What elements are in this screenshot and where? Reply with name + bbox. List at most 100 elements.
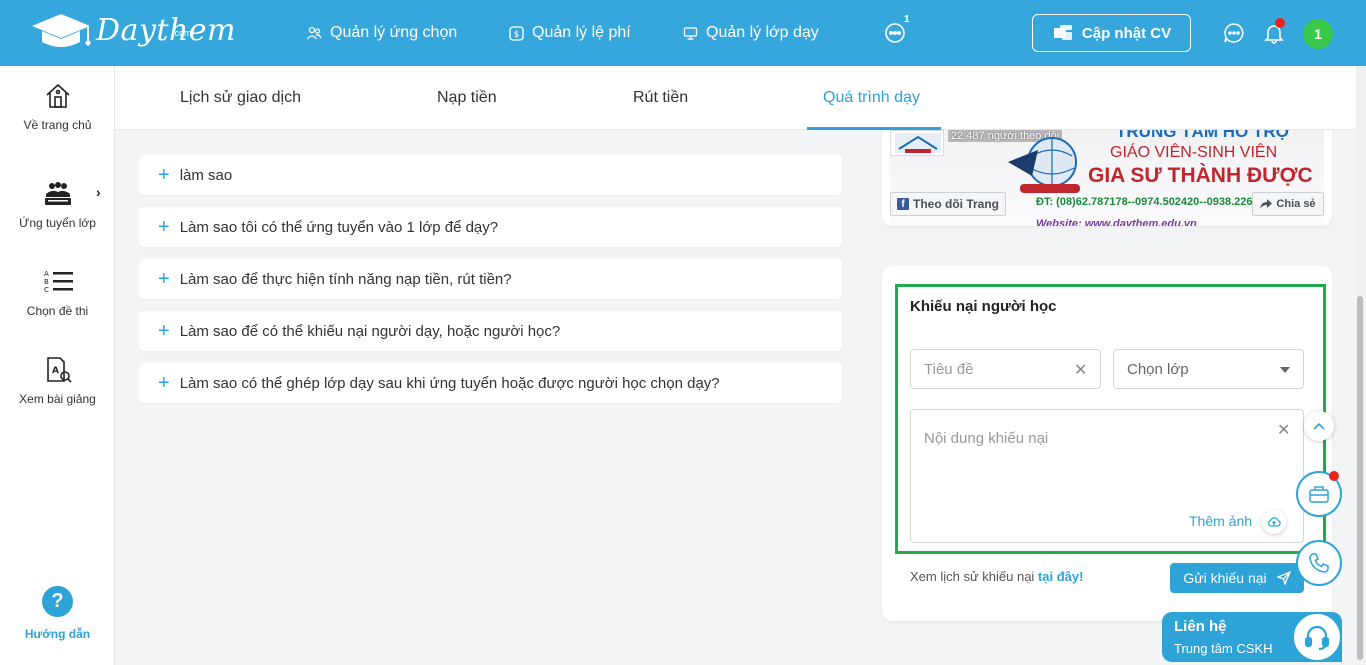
plus-icon: + [158,164,170,186]
share-button[interactable]: Chia sẻ [1252,192,1324,216]
headset-icon [1292,612,1342,662]
faq-item[interactable]: + Làm sao tôi có thể ứng tuyển vào 1 lớp … [139,207,842,247]
cv-stack-icon [1053,25,1072,40]
notification-dot [1275,18,1285,28]
users-icon [306,26,322,40]
banner-line-2: GIÁO VIÊN-SINH VIÊN [1110,144,1278,161]
sidebar-item-choose-exam[interactable]: A B C Chọn đề thi [0,268,115,318]
class-select[interactable]: Chọn lớp [1113,349,1304,389]
history-text: Xem lịch sử khiếu nại [910,569,1035,584]
follow-page-label: Theo dõi Trang [913,197,999,211]
more-badge: 1 [904,14,910,25]
list-icon: A B C [44,270,73,294]
faq-item[interactable]: + làm sao [139,155,842,195]
banner-website: Website: www.daythem.edu.vn [1036,218,1197,226]
history-link[interactable]: tại đây! [1038,569,1084,584]
home-icon [45,83,70,108]
avatar[interactable]: 1 [1303,19,1333,49]
plus-icon: + [158,268,170,290]
class-icon [44,182,71,205]
sidebar-item-home[interactable]: Về trang chủ [0,82,115,132]
sidebar-item-label: Về trang chủ [23,118,92,132]
facebook-icon: f [897,198,909,210]
update-cv-button[interactable]: Cập nhật CV [1032,14,1191,52]
chevron-up-icon [1313,422,1325,430]
logo[interactable]: Daythem [28,12,236,52]
faq-question: làm sao [179,166,233,184]
contact-support-button[interactable]: Liên hệ Trung tâm CSKH [1162,612,1342,662]
share-label: Chia sẻ [1276,198,1316,210]
class-select-value: Chọn lớp [1127,360,1189,378]
top-header: Daythem .com Quản lý ứng chọn $ Quản lý … [0,0,1366,66]
tab-withdraw[interactable]: Rút tiền [633,66,688,130]
upload-cloud-icon[interactable] [1262,510,1286,534]
bag-notification-dot [1329,471,1339,481]
complaint-title: Khiếu nại người học [910,298,1057,315]
call-button[interactable] [1296,540,1342,586]
faq-question: Làm sao tôi có thể ứng tuyển vào 1 lớp đ… [179,218,499,236]
nav-manage-classes[interactable]: Quản lý lớp dạy [683,0,819,66]
help-guide[interactable]: ? Hướng dẫn [0,586,115,641]
sidebar-item-view-lectures[interactable]: A Xem bài giảng [0,356,115,406]
page-thumbnail[interactable] [890,130,944,156]
tab-deposit[interactable]: Nạp tiền [437,66,497,130]
clear-content-icon[interactable]: ✕ [1277,420,1290,440]
send-icon [1276,571,1291,585]
sidebar-item-label: Xem bài giảng [19,392,96,406]
chevron-down-icon[interactable] [1280,367,1290,373]
logo-text: Daythem [96,12,236,48]
question-icon: ? [42,586,73,617]
faq-question: Làm sao có thể ghép lớp dạy sau khi ứng … [179,374,720,392]
logo-suffix: .com [172,28,192,38]
phone-icon [1309,553,1329,573]
svg-text:C: C [44,286,49,294]
title-placeholder: Tiêu đề [924,360,974,378]
monitor-icon [683,26,698,40]
lecture-icon: A [46,357,72,383]
plus-icon: + [158,320,170,342]
faq-item[interactable]: + Làm sao để thực hiện tính năng nạp tiền… [139,259,842,299]
tab-bar: Lịch sử giao dịch Nạp tiền Rút tiền Quá … [115,66,1356,130]
tab-transaction-history[interactable]: Lịch sử giao dịch [180,66,301,130]
banner-line-1: TRUNG TÂM HỖ TRỢ [1116,130,1291,141]
nav-label: Quản lý lớp dạy [706,24,819,41]
graduation-cap-icon [32,14,91,47]
scrollbar-thumb[interactable] [1357,296,1363,660]
help-label: Hướng dẫn [24,627,91,641]
faq-question: Làm sao để thực hiện tính năng nạp tiền,… [179,270,512,288]
update-cv-label: Cập nhật CV [1081,24,1172,42]
send-complaint-button[interactable]: Gửi khiếu nại [1170,563,1304,593]
sidebar-item-label: Chọn đề thi [26,304,89,318]
chat-icon[interactable] [1223,22,1245,44]
contact-subtitle: Trung tâm CSKH [1174,641,1273,656]
nav-label: Quản lý lệ phí [532,24,631,41]
svg-text:A: A [44,270,49,278]
faq-question: Làm sao để có thể khiếu nại người dạy, h… [179,322,561,340]
complaint-title-input[interactable]: Tiêu đề [910,349,1101,389]
more-options-icon[interactable] [884,22,906,44]
chevron-right-icon[interactable]: › [96,184,101,200]
dollar-icon: $ [509,25,524,41]
facebook-page-card: 22.487 người theo dõi TRUNG TÂM HỖ TRỢ G… [882,130,1332,226]
svg-text:$: $ [514,30,520,40]
faq-item[interactable]: + Làm sao có thể ghép lớp dạy sau khi ứng… [139,363,842,403]
svg-text:B: B [44,278,49,286]
follow-page-button[interactable]: f Theo dõi Trang [890,192,1006,216]
scroll-to-top-button[interactable] [1304,411,1334,441]
sidebar: Về trang chủ Ứng tuyển lớp › A B C Chọn … [0,66,115,665]
svg-text:A: A [52,366,59,376]
add-image-link[interactable]: Thêm ảnh [1189,513,1252,529]
facebook-banner[interactable]: 22.487 người theo dõi TRUNG TÂM HỖ TRỢ G… [890,130,1324,226]
nav-manage-applications[interactable]: Quản lý ứng chọn [306,0,457,66]
globe-logo-icon [1008,137,1080,193]
faq-item[interactable]: + Làm sao để có thể khiếu nại người dạy, … [139,311,842,351]
briefcase-icon [1309,486,1329,503]
plus-icon: + [158,216,170,238]
nav-label: Quản lý ứng chọn [330,24,458,41]
tab-teaching-process[interactable]: Quá trình dạy [823,66,920,130]
content-placeholder: Nội dung khiếu nại [924,430,1049,447]
clear-title-icon[interactable]: ✕ [1074,360,1087,380]
plus-icon: + [158,372,170,394]
nav-manage-fees[interactable]: $ Quản lý lệ phí [509,0,631,66]
share-icon [1260,199,1273,209]
